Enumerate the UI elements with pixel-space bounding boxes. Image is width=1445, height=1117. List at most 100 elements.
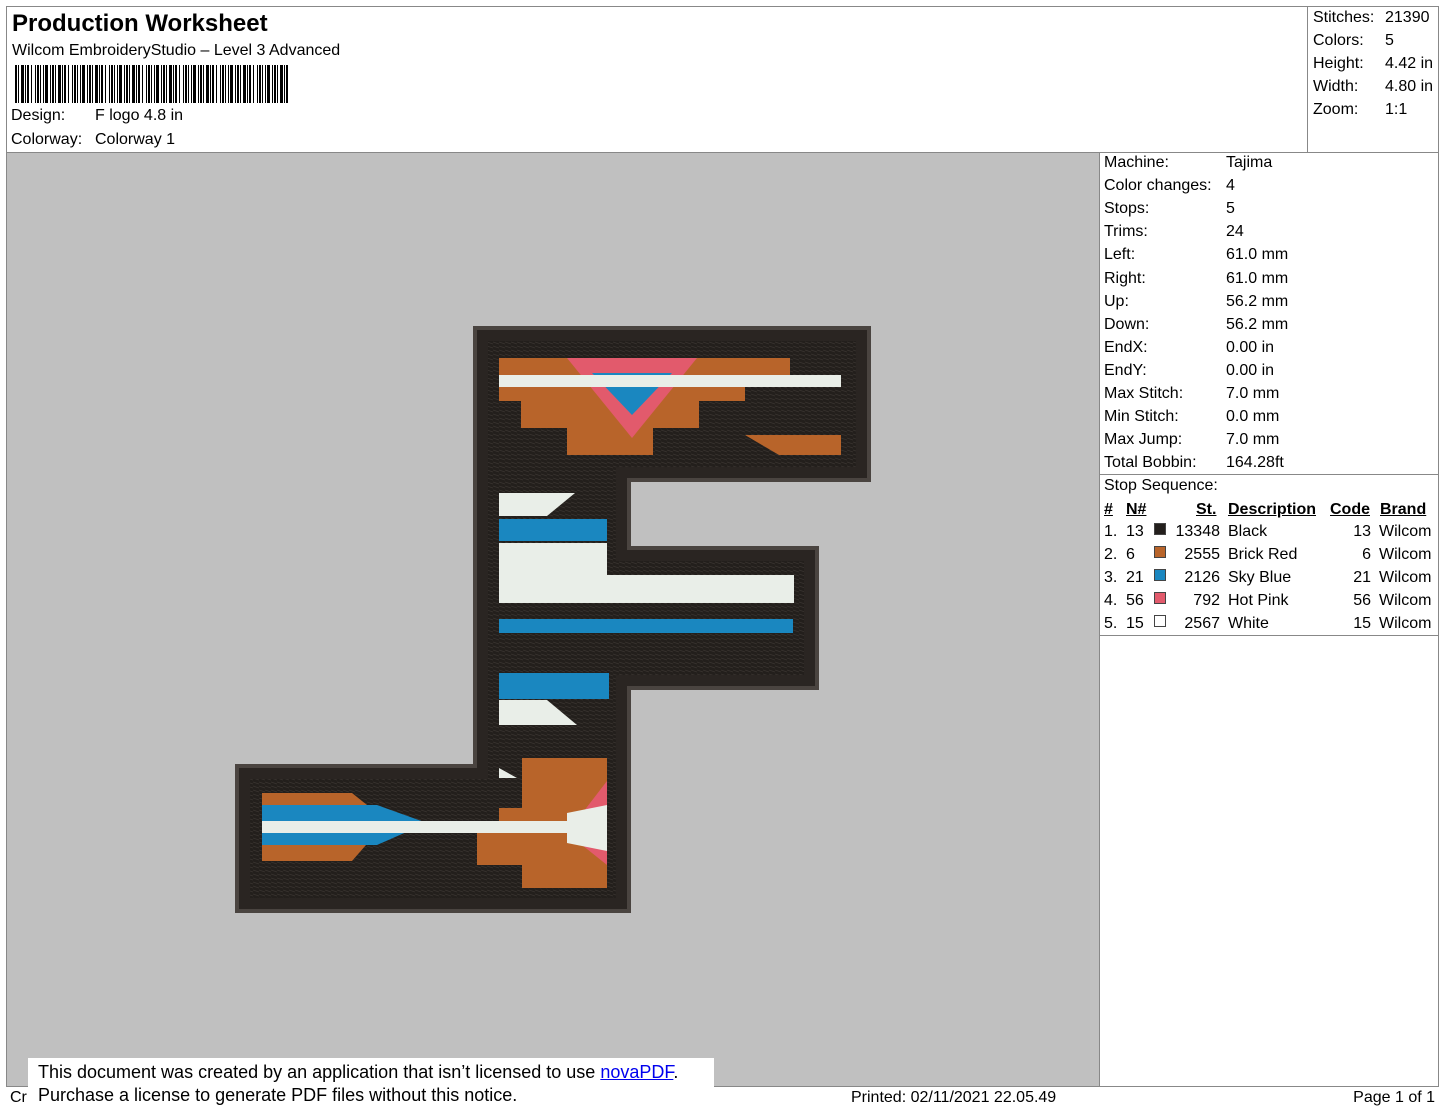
- barcode-bar: [15, 65, 17, 103]
- barcode-bar: [169, 65, 172, 103]
- stitches-label: Stitches:: [1313, 9, 1375, 26]
- stop-sequence-label: Stop Sequence:: [1104, 477, 1218, 494]
- barcode-bar: [265, 65, 266, 103]
- stitches-row: Stitches: 21390: [1313, 9, 1430, 27]
- design-preview-canvas: [6, 152, 1100, 1087]
- barcode-bar: [45, 65, 48, 103]
- machine-info-row: Down: 56.2 mm: [1104, 316, 1288, 334]
- barcode-bar: [284, 65, 285, 103]
- machine-info-row: Up: 56.2 mm: [1104, 293, 1288, 311]
- row-number: 1.: [1104, 523, 1118, 540]
- f-logo-embroidery-image: [235, 326, 871, 913]
- color-swatch: [1154, 546, 1166, 559]
- design-row: Design: F logo 4.8 in: [11, 107, 183, 125]
- machine-info-row: Min Stitch: 0.0 mm: [1104, 408, 1279, 426]
- barcode-bar: [37, 65, 39, 103]
- barcode-bar: [240, 65, 241, 103]
- license-notice: This document was created by an applicat…: [28, 1058, 714, 1112]
- printed-date: Printed: 02/11/2021 22.05.49: [851, 1089, 1057, 1106]
- machine-info-row: Max Jump: 7.0 mm: [1104, 431, 1279, 449]
- zoom-value: 1:1: [1385, 101, 1408, 118]
- barcode-bar: [262, 65, 263, 103]
- notice-line-1: This document was created by an applicat…: [38, 1062, 678, 1083]
- col-header-code: Code: [1330, 501, 1370, 518]
- needle-number: 13: [1126, 523, 1144, 540]
- table-row: 2. 6 2555 Brick Red 6 Wilcom: [1100, 546, 1438, 569]
- info-value: 56.2 mm: [1226, 292, 1289, 310]
- barcode-bar: [50, 65, 51, 103]
- info-label: EndY:: [1104, 361, 1147, 379]
- barcode-bar: [228, 65, 229, 103]
- width-label: Width:: [1313, 78, 1359, 95]
- height-label: Height:: [1313, 55, 1364, 72]
- info-label: Max Stitch:: [1104, 385, 1184, 402]
- machine-info-row: Stops: 5: [1104, 200, 1235, 218]
- info-value: 7.0 mm: [1226, 431, 1280, 449]
- barcode-bar: [89, 65, 91, 103]
- barcode-bar: [111, 65, 113, 103]
- stitches-value: 21390: [1385, 9, 1430, 26]
- middle-blue-stripe: [499, 619, 793, 633]
- color-swatch: [1154, 592, 1166, 605]
- table-row: 1. 13 13348 Black 13 Wilcom: [1100, 523, 1438, 546]
- novapdf-link[interactable]: novaPDF: [600, 1062, 673, 1082]
- barcode-bar: [82, 65, 85, 103]
- barcode-bar: [161, 65, 162, 103]
- barcode-bar: [163, 65, 165, 103]
- info-label: Up:: [1104, 292, 1129, 310]
- barcode-bar: [210, 65, 211, 103]
- thread-brand: Wilcom: [1379, 615, 1432, 633]
- zoom-label: Zoom:: [1313, 101, 1359, 118]
- barcode-bar: [74, 65, 76, 103]
- stitch-count: 2567: [1184, 615, 1220, 633]
- barcode-bar: [179, 65, 180, 103]
- needle-number: 21: [1126, 569, 1144, 587]
- barcode-bar: [72, 65, 73, 103]
- barcode-bar: [237, 65, 239, 103]
- row-number: 3.: [1104, 569, 1118, 587]
- design-label: Design:: [11, 107, 66, 124]
- thread-brand: Wilcom: [1379, 569, 1432, 587]
- divider: [1100, 474, 1438, 475]
- barcode-bar: [156, 65, 159, 103]
- col-header-n: N#: [1126, 501, 1147, 518]
- barcode-bar: [200, 65, 202, 103]
- thread-brand: Wilcom: [1379, 592, 1432, 610]
- table-row: 4. 56 792 Hot Pink 56 Wilcom: [1100, 592, 1438, 615]
- info-label: Trims:: [1104, 223, 1148, 241]
- needle-number: 15: [1126, 615, 1144, 633]
- row-number: 5.: [1104, 615, 1118, 633]
- color-swatch: [1154, 569, 1166, 582]
- barcode-bar: [243, 65, 246, 103]
- barcode-bar: [31, 65, 32, 103]
- barcode-bar: [35, 65, 36, 103]
- barcode-bar: [198, 65, 199, 103]
- color-code: 15: [1353, 615, 1371, 633]
- barcode-bar: [286, 65, 288, 103]
- thread-brand: Wilcom: [1379, 523, 1432, 540]
- worksheet-header: Production Worksheet Wilcom EmbroiderySt…: [6, 6, 1439, 153]
- page-title: Production Worksheet: [12, 10, 268, 37]
- barcode-bar: [136, 65, 137, 103]
- barcode-bar: [216, 65, 217, 103]
- barcode-bar: [191, 65, 192, 103]
- stitch-count: 2555: [1184, 546, 1220, 564]
- row-number: 2.: [1104, 546, 1118, 564]
- info-label: Color changes:: [1104, 177, 1212, 195]
- barcode-bar: [277, 65, 278, 103]
- color-swatch: [1154, 615, 1166, 628]
- barcode-bar: [193, 65, 196, 103]
- barcode-bar: [95, 65, 98, 103]
- barcode-bar: [142, 65, 143, 103]
- barcode-bar: [148, 65, 150, 103]
- barcode-bar: [92, 65, 93, 103]
- machine-info-row: Right: 61.0 mm: [1104, 270, 1288, 288]
- barcode-bar: [117, 65, 118, 103]
- barcode-bar: [166, 65, 167, 103]
- barcode-bar: [21, 65, 24, 103]
- colors-label: Colors:: [1313, 32, 1364, 49]
- barcode-bar: [230, 65, 233, 103]
- info-value: 7.0 mm: [1226, 385, 1280, 402]
- machine-info-row: Color changes: 4: [1104, 177, 1235, 195]
- barcode-bar: [175, 65, 177, 103]
